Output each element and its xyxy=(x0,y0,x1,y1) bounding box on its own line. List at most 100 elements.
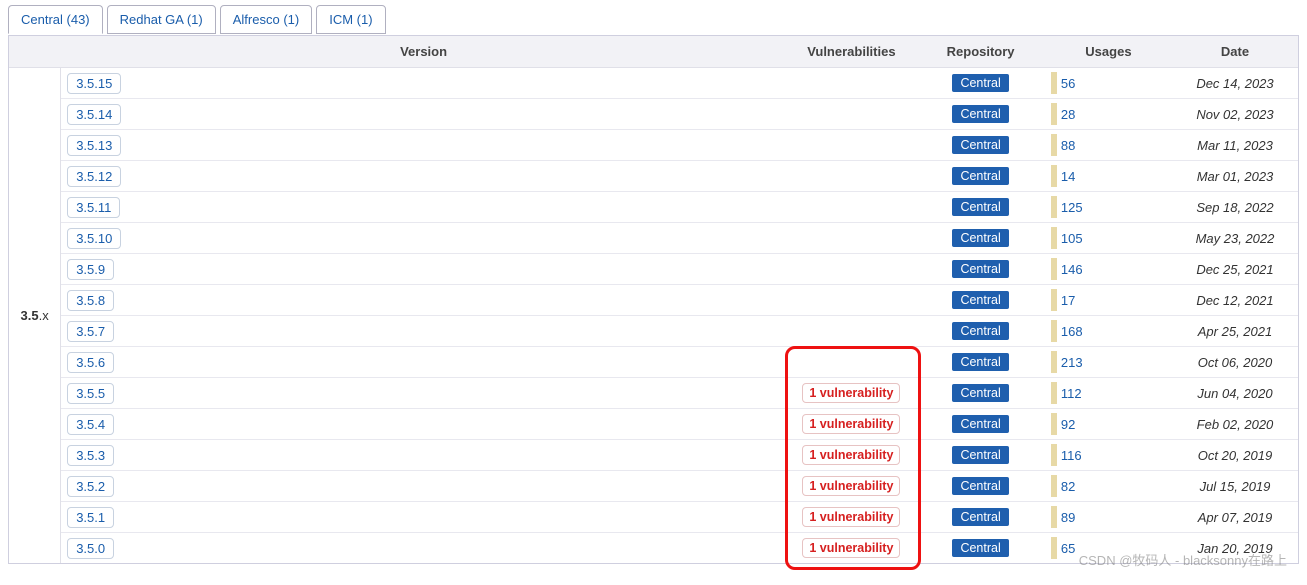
repository-badge[interactable]: Central xyxy=(952,167,1008,185)
usage-bar-icon xyxy=(1051,444,1057,466)
vulnerability-cell xyxy=(786,192,916,223)
vulnerability-badge[interactable]: 1 vulnerability xyxy=(802,538,900,558)
version-link[interactable]: 3.5.12 xyxy=(67,166,121,187)
repository-cell: Central xyxy=(916,254,1045,285)
version-link[interactable]: 3.5.11 xyxy=(67,197,120,218)
vulnerability-badge[interactable]: 1 vulnerability xyxy=(802,507,900,527)
repository-badge[interactable]: Central xyxy=(952,229,1008,247)
repository-badge[interactable]: Central xyxy=(952,384,1008,402)
version-link[interactable]: 3.5.13 xyxy=(67,135,121,156)
usage-bar-icon xyxy=(1051,475,1057,497)
date-cell: Nov 02, 2023 xyxy=(1172,99,1298,130)
usages-link[interactable]: 146 xyxy=(1061,262,1083,277)
usages-link[interactable]: 88 xyxy=(1061,138,1075,153)
repository-badge[interactable]: Central xyxy=(952,322,1008,340)
usages-link[interactable]: 116 xyxy=(1061,448,1082,463)
vulnerability-cell xyxy=(786,316,916,347)
version-link[interactable]: 3.5.3 xyxy=(67,445,114,466)
tab-2[interactable]: Alfresco (1) xyxy=(220,5,312,34)
version-link[interactable]: 3.5.2 xyxy=(67,476,114,497)
usages-link[interactable]: 92 xyxy=(1061,417,1075,432)
repository-cell: Central xyxy=(916,99,1045,130)
usages-link[interactable]: 28 xyxy=(1061,107,1075,122)
usages-cell: 65 xyxy=(1045,533,1172,564)
usages-link[interactable]: 56 xyxy=(1061,76,1075,91)
version-link[interactable]: 3.5.1 xyxy=(67,507,114,528)
table-row: 3.5.8 Central 17 Dec 12, 2021 xyxy=(9,285,1298,316)
repository-cell: Central xyxy=(916,192,1045,223)
date-cell: Oct 06, 2020 xyxy=(1172,347,1298,378)
vulnerability-badge[interactable]: 1 vulnerability xyxy=(802,476,900,496)
repository-cell: Central xyxy=(916,285,1045,316)
table-row: 3.5.0 1 vulnerability Central 65 Jan 20, 201… xyxy=(9,533,1298,564)
usages-link[interactable]: 89 xyxy=(1061,510,1075,525)
repository-badge[interactable]: Central xyxy=(952,539,1008,557)
table-row: 3.5.11 vulnerabilityCentral89Apr 07, 201… xyxy=(9,502,1298,533)
version-cell: 3.5.1 xyxy=(61,502,787,533)
usages-cell: 116 xyxy=(1045,440,1172,471)
version-link[interactable]: 3.5.7 xyxy=(67,321,114,342)
repository-badge[interactable]: Central xyxy=(952,446,1008,464)
usages-link[interactable]: 213 xyxy=(1061,355,1083,370)
date-cell: Jan 20, 2019 xyxy=(1172,533,1298,564)
usages-link[interactable]: 168 xyxy=(1061,324,1083,339)
vulnerability-cell xyxy=(786,223,916,254)
version-link[interactable]: 3.5.8 xyxy=(67,290,114,311)
usages-cell: 28 xyxy=(1045,99,1172,130)
usages-link[interactable]: 125 xyxy=(1061,200,1083,215)
date-cell: Feb 02, 2020 xyxy=(1172,409,1298,440)
repository-cell: Central xyxy=(916,68,1045,99)
usages-cell: 56 xyxy=(1045,68,1172,99)
vulnerability-badge[interactable]: 1 vulnerability xyxy=(802,383,900,403)
date-cell: Dec 12, 2021 xyxy=(1172,285,1298,316)
table-row: 3.5.31 vulnerabilityCentral116Oct 20, 20… xyxy=(9,440,1298,471)
usages-link[interactable]: 112 xyxy=(1061,386,1082,401)
vulnerability-cell xyxy=(786,68,916,99)
tab-0[interactable]: Central (43) xyxy=(8,5,103,34)
repository-badge[interactable]: Central xyxy=(952,477,1008,495)
vulnerability-cell: 1 vulnerability xyxy=(786,409,916,440)
vulnerability-badge[interactable]: 1 vulnerability xyxy=(802,445,900,465)
usages-link[interactable]: 17 xyxy=(1061,293,1075,308)
version-link[interactable]: 3.5.0 xyxy=(67,538,114,559)
version-link[interactable]: 3.5.6 xyxy=(67,352,114,373)
version-link[interactable]: 3.5.5 xyxy=(67,383,114,404)
table-row: 3.5.10Central105May 23, 2022 xyxy=(9,223,1298,254)
version-link[interactable]: 3.5.14 xyxy=(67,104,121,125)
usages-link[interactable]: 105 xyxy=(1061,231,1083,246)
usages-link[interactable]: 14 xyxy=(1061,169,1075,184)
version-link[interactable]: 3.5.10 xyxy=(67,228,121,249)
version-cell: 3.5.3 xyxy=(61,440,787,471)
usage-bar-icon xyxy=(1051,289,1057,311)
version-cell: 3.5.8 xyxy=(61,285,787,316)
tab-3[interactable]: ICM (1) xyxy=(316,5,385,34)
version-cell: 3.5.6 xyxy=(61,347,787,378)
version-link[interactable]: 3.5.9 xyxy=(67,259,114,280)
repository-cell: Central xyxy=(916,223,1045,254)
usage-bar-icon xyxy=(1051,413,1057,435)
usage-bar-icon xyxy=(1051,165,1057,187)
repository-badge[interactable]: Central xyxy=(952,198,1008,216)
table-row: 3.5.21 vulnerabilityCentral82Jul 15, 201… xyxy=(9,471,1298,502)
repository-cell: Central xyxy=(916,130,1045,161)
repository-badge[interactable]: Central xyxy=(952,74,1008,92)
table-row: 3.5.7 Central 168 Apr 25, 2021 xyxy=(9,316,1298,347)
version-link[interactable]: 3.5.4 xyxy=(67,414,114,435)
date-cell: Apr 25, 2021 xyxy=(1172,316,1298,347)
repository-cell: Central xyxy=(916,409,1045,440)
repository-cell: Central xyxy=(916,347,1045,378)
repository-badge[interactable]: Central xyxy=(952,508,1008,526)
version-link[interactable]: 3.5.15 xyxy=(67,73,121,94)
repository-badge[interactable]: Central xyxy=(952,353,1008,371)
vulnerability-badge[interactable]: 1 vulnerability xyxy=(802,414,900,434)
usages-cell: 105 xyxy=(1045,223,1172,254)
tab-1[interactable]: Redhat GA (1) xyxy=(107,5,216,34)
usages-link[interactable]: 82 xyxy=(1061,479,1075,494)
repository-badge[interactable]: Central xyxy=(952,291,1008,309)
repository-badge[interactable]: Central xyxy=(952,136,1008,154)
repository-badge[interactable]: Central xyxy=(952,415,1008,433)
version-cell: 3.5.15 xyxy=(61,68,787,99)
usages-link[interactable]: 65 xyxy=(1061,541,1075,556)
repository-badge[interactable]: Central xyxy=(952,105,1008,123)
repository-badge[interactable]: Central xyxy=(952,260,1008,278)
